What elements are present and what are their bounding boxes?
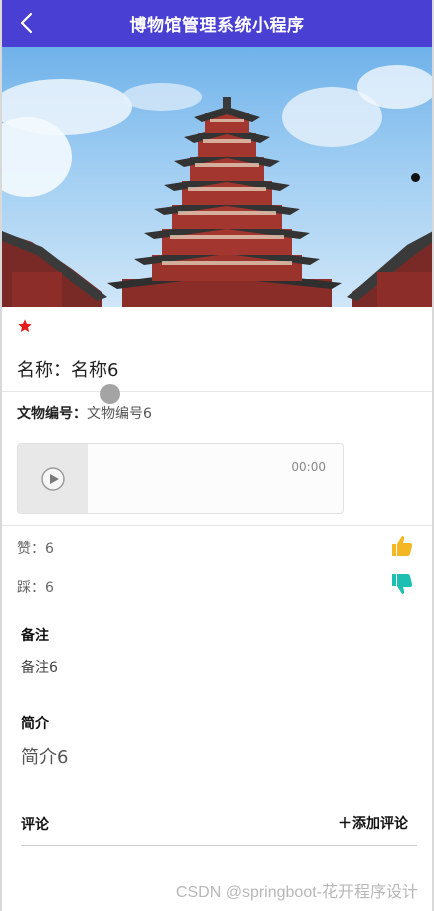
audio-time: 00:00 [291, 460, 326, 474]
divider [2, 391, 432, 392]
dislike-row: 踩：6 [17, 577, 54, 597]
carousel-indicator-dot[interactable] [411, 173, 420, 182]
like-count: 6 [45, 541, 54, 557]
watermark-text: CSDN @springboot-花开程序设计 [175, 884, 418, 901]
chevron-left-icon [20, 12, 33, 34]
dislike-label: 踩： [17, 580, 45, 596]
dislike-count: 6 [45, 580, 54, 596]
audio-player[interactable]: 00:00 [17, 443, 344, 514]
like-row: 赞：6 [17, 538, 54, 558]
image-carousel[interactable] [2, 47, 432, 307]
intro-value: 简介6 [21, 747, 69, 768]
play-icon[interactable] [40, 466, 66, 492]
star-icon[interactable] [17, 318, 33, 334]
remark-value: 备注6 [21, 660, 58, 676]
divider [2, 525, 432, 526]
like-label: 赞： [17, 541, 45, 557]
comment-label: 评论 [21, 817, 49, 833]
artifact-name: 名称：名称6 [17, 356, 118, 382]
intro-label: 简介 [21, 716, 49, 732]
back-button[interactable] [12, 8, 42, 38]
code-label: 文物编号： [17, 406, 87, 422]
code-value: 文物编号6 [87, 406, 152, 422]
floating-drag-handle[interactable] [100, 384, 120, 404]
remark-label: 备注 [21, 628, 49, 644]
page-title: 博物馆管理系统小程序 [129, 16, 305, 36]
pagoda-photo [2, 65, 432, 307]
thumbs-up-icon[interactable] [390, 534, 414, 558]
audio-cover [18, 444, 88, 513]
add-comment-button[interactable]: ＋添加评论 [338, 813, 408, 833]
name-value: 名称6 [71, 360, 119, 381]
artifact-code: 文物编号：文物编号6 [17, 403, 152, 423]
name-prefix: 名称： [17, 360, 71, 381]
top-bar: 博物馆管理系统小程序 [2, 0, 432, 47]
comment-divider [21, 845, 417, 846]
app-screen: 博物馆管理系统小程序 名称：名称6 文物编号：文物编号6 00:00 赞：6 踩… [0, 0, 434, 911]
thumbs-down-icon[interactable] [390, 572, 414, 596]
